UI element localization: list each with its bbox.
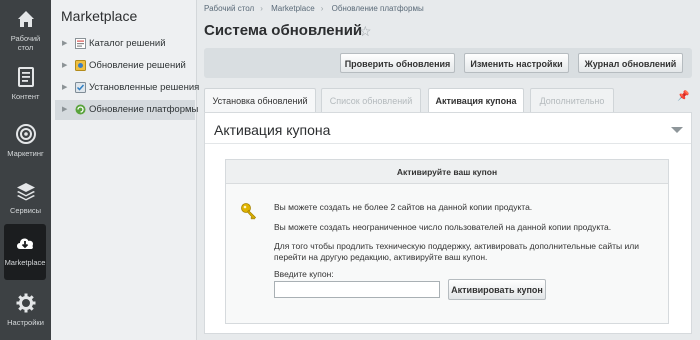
- expand-arrow-icon[interactable]: ▶: [62, 34, 67, 54]
- rail-item-services[interactable]: Сервисы: [0, 172, 51, 228]
- coupon-info-extend: Для того чтобы продлить техническую подд…: [274, 241, 639, 251]
- sidebar-item-label: Каталог решений: [89, 38, 166, 49]
- home-icon: [17, 11, 34, 27]
- rail-item-content[interactable]: Контент: [0, 58, 51, 114]
- tab-install-updates[interactable]: Установка обновлений: [204, 88, 316, 112]
- updates-log-button[interactable]: Журнал обновлений: [578, 53, 683, 73]
- tab-updates-list[interactable]: Список обновлений: [321, 88, 421, 112]
- rail-item-desktop[interactable]: Рабочий стол: [0, 0, 51, 56]
- expand-arrow-icon[interactable]: ▶: [62, 100, 67, 120]
- coupon-input-label: Введите купон:: [274, 269, 334, 279]
- marketplace-sidebar: Marketplace ▶ Каталог решений ▶ Обновлен…: [51, 0, 199, 340]
- tab-coupon-activation[interactable]: Активация купона: [428, 88, 524, 113]
- expand-arrow-icon[interactable]: ▶: [62, 56, 67, 76]
- tab-additional[interactable]: Дополнительно: [530, 88, 614, 112]
- coupon-box: Активируйте ваш купон Вы можете создать …: [225, 159, 669, 324]
- installed-icon: [75, 82, 86, 93]
- favorite-star-icon[interactable]: ☆: [359, 23, 372, 40]
- rail-label: стол: [17, 43, 34, 52]
- sidebar-item-catalog[interactable]: ▶ Каталог решений: [55, 34, 195, 54]
- coupon-box-header: Активируйте ваш купон: [226, 160, 668, 184]
- rail-label: Сервисы: [9, 206, 42, 215]
- coupon-input[interactable]: [274, 281, 440, 298]
- sidebar-item-label: Установленные решения: [89, 82, 200, 93]
- coupon-panel: Активация купона Активируйте ваш купон В…: [204, 112, 692, 334]
- rail-item-marketplace[interactable]: Marketplace: [4, 224, 46, 280]
- sidebar-item-label: Обновление платформы: [89, 104, 199, 115]
- page-title: Система обновлений: [204, 22, 363, 39]
- breadcrumb-item[interactable]: Рабочий стол: [204, 4, 254, 13]
- platform-update-icon: [75, 104, 86, 115]
- left-nav-rail: Рабочий стол Контент Маркетинг Сервисы M…: [0, 0, 51, 340]
- target-icon: [15, 124, 36, 144]
- tab-bar: Установка обновлений Список обновлений А…: [204, 88, 692, 113]
- main-content: Рабочий стол › Marketplace › Обновление пл…: [197, 0, 700, 340]
- coupon-info-sites: Вы можете создать не более 2 сайтов на д…: [274, 202, 533, 212]
- sidebar-item-installed[interactable]: ▶ Установленные решения: [55, 78, 199, 98]
- sidebar-item-solutions-update[interactable]: ▶ Обновление решений: [55, 56, 195, 76]
- key-icon: [241, 203, 257, 220]
- coupon-info-extend-2: перейти на другую редакцию, активируйте …: [274, 252, 488, 262]
- gear-icon: [16, 293, 35, 313]
- coupon-info-users: Вы можете создать неограниченное число п…: [274, 222, 612, 232]
- activate-coupon-button[interactable]: Активировать купон: [448, 279, 546, 300]
- divider: [205, 143, 691, 144]
- solutions-update-icon: [75, 60, 86, 71]
- rail-label: Marketplace: [4, 258, 46, 267]
- rail-label: Контент: [11, 92, 40, 101]
- rail-label: Рабочий: [10, 34, 41, 43]
- change-settings-button[interactable]: Изменить настройки: [464, 53, 569, 73]
- expand-arrow-icon[interactable]: ▶: [62, 78, 67, 98]
- sidebar-item-label: Обновление решений: [89, 60, 186, 71]
- rail-label: Настройки: [7, 318, 44, 327]
- breadcrumb-separator-icon: ›: [320, 4, 324, 13]
- cloud-download-icon: [17, 238, 34, 249]
- check-updates-button[interactable]: Проверить обновления: [340, 53, 455, 73]
- panel-title: Активация купона: [214, 122, 331, 138]
- rail-item-marketing[interactable]: Маркетинг: [0, 115, 51, 171]
- pin-icon[interactable]: 📌: [677, 91, 689, 102]
- breadcrumb-item[interactable]: Marketplace: [271, 4, 315, 13]
- rail-label: Маркетинг: [7, 149, 44, 158]
- layers-icon: [16, 183, 35, 201]
- breadcrumb-item[interactable]: Обновление платформы: [332, 4, 424, 13]
- sidebar-title: Marketplace: [61, 8, 138, 24]
- collapse-arrow-icon[interactable]: [671, 127, 683, 133]
- sidebar-item-platform-update[interactable]: ▶ Обновление платформы: [55, 100, 199, 120]
- catalog-icon: [75, 38, 86, 49]
- toolbar: Проверить обновления Изменить настройки …: [204, 48, 692, 78]
- breadcrumb: Рабочий стол › Marketplace › Обновление пл…: [204, 4, 430, 13]
- rail-item-settings[interactable]: Настройки: [0, 284, 51, 340]
- breadcrumb-separator-icon: ›: [260, 4, 263, 13]
- content-icon: [17, 67, 34, 87]
